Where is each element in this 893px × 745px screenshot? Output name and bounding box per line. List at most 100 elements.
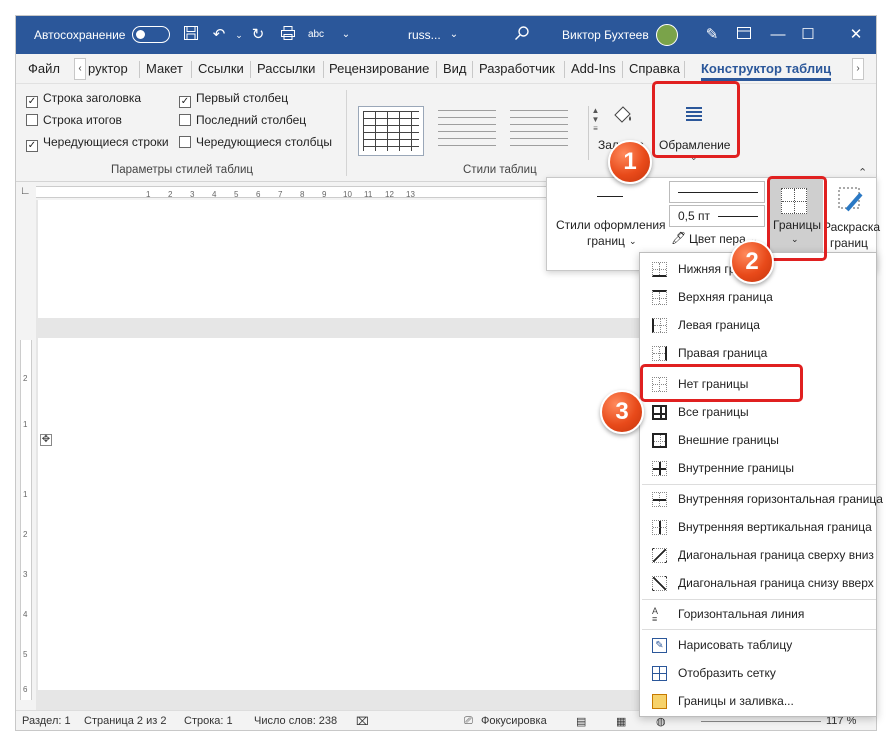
user-name[interactable]: Виктор Бухтеев xyxy=(562,28,649,42)
tab-stop-icon[interactable]: ∟ xyxy=(20,185,31,197)
tab-layout[interactable]: Макет xyxy=(146,61,183,76)
menu-item-inside-borders[interactable]: Внутренние границы xyxy=(640,454,878,482)
border-painter-label[interactable]: Раскраска xyxy=(823,220,880,234)
menu-item-draw-table[interactable]: ✎ Нарисовать таблицу xyxy=(640,631,878,659)
table-style-thumbnail[interactable] xyxy=(434,106,500,156)
read-mode-icon[interactable]: ▤ xyxy=(576,715,586,728)
borders-shading-icon xyxy=(652,694,667,709)
focus-icon[interactable]: ⎚ xyxy=(464,715,473,728)
menu-item-top-border[interactable]: Верхняя граница xyxy=(640,283,878,311)
zoom-slider[interactable] xyxy=(701,721,821,722)
redo-icon[interactable]: ↻ xyxy=(248,25,268,45)
undo-dropdown-icon[interactable]: ⌄ xyxy=(229,25,249,45)
ruler-tick: 11 xyxy=(364,190,373,199)
customize-toolbar-icon[interactable]: ⌄ xyxy=(336,25,356,45)
tab-separator xyxy=(472,61,473,78)
ruler-track[interactable]: 1 2 3 4 5 6 7 8 9 10 11 12 13 xyxy=(36,186,572,199)
tabs-scroll-left-icon[interactable]: ‹ xyxy=(74,58,86,80)
highlight-no-border xyxy=(640,364,803,402)
menu-item-inside-vertical[interactable]: Внутренняя вертикальная граница xyxy=(640,513,878,541)
checkbox-first-column[interactable]: ✓ Первый столбец xyxy=(179,91,288,108)
ribbon-display-icon[interactable] xyxy=(734,25,754,45)
menu-item-outside-borders[interactable]: Внешние границы xyxy=(640,426,878,454)
border-styles-label[interactable]: Стили оформления xyxy=(556,218,666,232)
status-word-count[interactable]: Число слов: 238 xyxy=(254,715,337,727)
checkbox-empty-icon xyxy=(179,136,191,148)
gridlines-icon xyxy=(652,666,667,681)
tab-view[interactable]: Вид xyxy=(443,61,467,76)
checkbox-header-row[interactable]: ✓ Строка заголовка xyxy=(26,91,141,108)
vertical-ruler-track[interactable]: 2 1 1 2 3 4 5 6 xyxy=(20,340,32,700)
focus-mode-button[interactable]: Фокусировка xyxy=(481,715,547,727)
menu-item-right-border[interactable]: Правая граница xyxy=(640,339,878,367)
restore-icon[interactable]: ☐ xyxy=(798,25,818,45)
tab-constructor[interactable]: руктор xyxy=(88,61,128,76)
menu-item-horizontal-line[interactable]: A ≡ Горизонтальная линия xyxy=(640,600,878,628)
undo-icon[interactable]: ↶ xyxy=(209,25,229,45)
minimize-icon[interactable]: — xyxy=(768,25,788,45)
menu-item-borders-and-shading[interactable]: Границы и заливка... xyxy=(640,687,878,715)
pen-icon[interactable]: ✎ xyxy=(702,25,722,45)
ruler-tick: 12 xyxy=(385,190,394,199)
ruler-tick: 6 xyxy=(256,190,261,199)
menu-item-left-border[interactable]: Левая граница xyxy=(640,311,878,339)
menu-item-inside-horizontal[interactable]: Внутренняя горизонтальная граница xyxy=(640,485,883,513)
group-label-table-styles: Стили таблиц xyxy=(463,164,537,176)
status-line[interactable]: Строка: 1 xyxy=(184,715,233,727)
tab-help[interactable]: Справка xyxy=(629,61,680,76)
proofing-icon[interactable]: ⌧ xyxy=(356,715,369,728)
border-painter-label-2[interactable]: границ xyxy=(830,236,868,250)
menu-item-all-borders[interactable]: Все границы xyxy=(640,398,878,426)
tab-separator xyxy=(323,61,324,78)
border-styles-label-2[interactable]: границ xyxy=(587,234,625,248)
close-icon[interactable]: ✕ xyxy=(846,25,866,45)
tab-addins[interactable]: Add-Ins xyxy=(571,61,616,76)
tab-table-design[interactable]: Конструктор таблиц xyxy=(701,61,832,81)
autosave-toggle[interactable] xyxy=(132,26,170,43)
menu-item-view-gridlines[interactable]: Отобразить сетку xyxy=(640,659,878,687)
border-style-line-icon xyxy=(597,196,623,197)
step-badge-3: 3 xyxy=(600,390,644,434)
ruler-tick: 4 xyxy=(212,190,217,199)
tab-developer[interactable]: Разработчик xyxy=(479,61,555,76)
print-layout-icon[interactable]: ▦ xyxy=(616,715,626,728)
ruler-tick: 2 xyxy=(23,374,28,383)
tab-mailings[interactable]: Рассылки xyxy=(257,61,315,76)
checkbox-banded-rows[interactable]: ✓ Чередующиеся строки xyxy=(26,135,169,152)
print-icon[interactable] xyxy=(278,25,298,45)
menu-item-label: Границы и заливка... xyxy=(678,694,794,708)
spellcheck-icon[interactable]: abc xyxy=(306,25,326,45)
paint-bucket-icon[interactable] xyxy=(608,102,634,128)
pen-color-icon[interactable]: 🖊 xyxy=(671,231,686,245)
search-icon[interactable] xyxy=(512,25,532,45)
draw-table-icon: ✎ xyxy=(652,638,667,653)
filename-dropdown-icon[interactable]: ⌄ xyxy=(444,25,464,45)
pen-weight-select[interactable]: 0,5 пт xyxy=(669,205,765,227)
tab-review[interactable]: Рецензирование xyxy=(329,61,429,76)
ruler-tick: 1 xyxy=(23,420,28,429)
table-style-thumbnail-selected[interactable] xyxy=(358,106,424,156)
menu-separator xyxy=(642,629,876,630)
checkbox-total-row[interactable]: Строка итогов xyxy=(26,113,122,127)
table-style-thumbnail[interactable] xyxy=(506,106,572,156)
table-move-handle-icon[interactable]: ✥ xyxy=(40,434,52,446)
save-icon[interactable] xyxy=(181,25,201,45)
menu-item-label: Нарисовать таблицу xyxy=(678,638,793,652)
checkbox-banded-columns[interactable]: Чередующиеся столбцы xyxy=(179,135,332,149)
ruler-tick: 5 xyxy=(234,190,239,199)
document-name[interactable]: russ... xyxy=(408,28,441,42)
border-painter-icon[interactable] xyxy=(837,186,865,214)
tab-references[interactable]: Ссылки xyxy=(198,61,244,76)
checkbox-empty-icon xyxy=(26,114,38,126)
top-border-icon xyxy=(652,290,667,305)
avatar[interactable] xyxy=(656,24,678,46)
checkbox-last-column[interactable]: Последний столбец xyxy=(179,113,306,127)
status-section[interactable]: Раздел: 1 xyxy=(22,715,71,727)
menu-item-diagonal-down[interactable]: Диагональная граница сверху вниз xyxy=(640,541,878,569)
line-style-select[interactable] xyxy=(669,181,765,203)
tabs-scroll-right-icon[interactable]: › xyxy=(852,58,864,80)
border-styles-dropdown-icon[interactable]: ⌄ xyxy=(629,236,637,247)
tab-file[interactable]: Файл xyxy=(28,61,60,76)
status-page[interactable]: Страница 2 из 2 xyxy=(84,715,166,727)
menu-item-diagonal-up[interactable]: Диагональная граница снизу вверх xyxy=(640,569,878,597)
